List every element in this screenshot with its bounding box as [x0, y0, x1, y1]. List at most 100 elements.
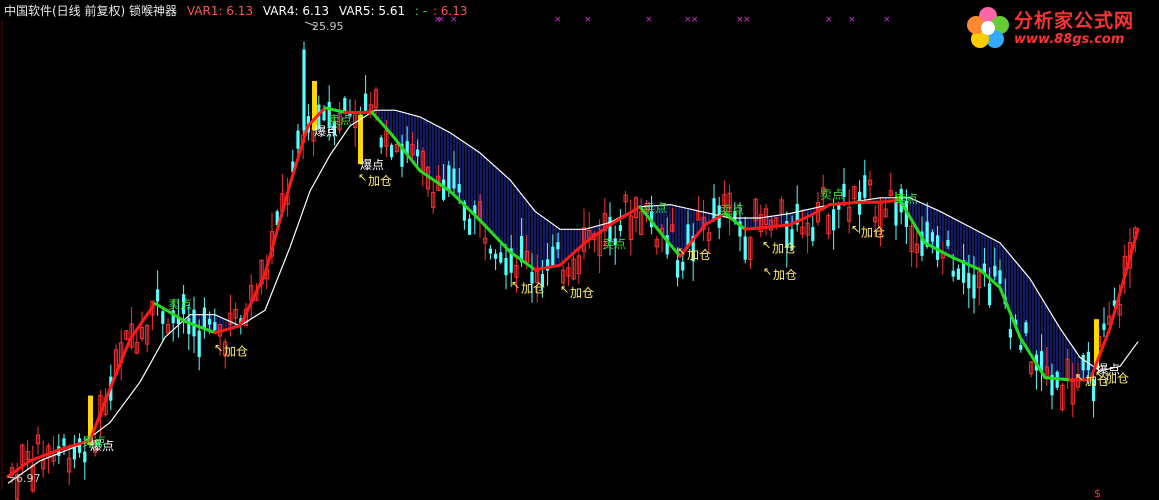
var1-value: VAR1: 6.13: [186, 4, 254, 18]
top-marker-layer: ×× × × × × × × × × × × ×: [434, 15, 891, 25]
candle-body: [488, 248, 492, 254]
candle-body: [1102, 323, 1106, 330]
sell-label: 卖点: [602, 237, 626, 251]
band-hatch-layer: [186, 110, 1094, 380]
signal-bar-layer: [88, 80, 1099, 446]
candle-body: [390, 144, 394, 158]
buy-arrow-icon: ↖: [560, 283, 569, 296]
logo-url: www.88gs.com: [1014, 32, 1125, 47]
high-price-label: 25.95: [312, 20, 344, 33]
candle-body: [499, 252, 503, 263]
buy-arrow-icon: ↖: [763, 265, 772, 278]
indicator-header: 中国软件(日线 前复权) 锁喉神器 VAR1: 6.13 VAR4: 6.13 …: [4, 2, 474, 19]
candle-body: [202, 307, 206, 330]
low-price-label: 6.97: [16, 472, 41, 485]
candle-body: [62, 438, 66, 446]
signal-bar: [358, 114, 363, 165]
sell-label: 卖点: [643, 201, 667, 215]
candle-body: [504, 258, 508, 276]
candle-body: [712, 198, 716, 220]
candle-body: [213, 322, 217, 331]
candle-body: [863, 175, 867, 198]
buy-label: 加仓: [687, 248, 711, 262]
candle-body: [930, 232, 934, 242]
buy-label: 加仓: [224, 345, 248, 359]
sell-label: 卖点: [820, 187, 844, 201]
candle-body: [681, 261, 685, 271]
top-x-marker: ×: [825, 15, 833, 25]
candle-body: [956, 268, 960, 280]
candle-body: [187, 318, 191, 335]
candle-body: [156, 289, 160, 302]
candle-body: [1008, 329, 1012, 338]
candle-body: [993, 265, 997, 277]
fast-line-rising: [1108, 227, 1140, 330]
last-value: : 6.13: [432, 4, 468, 18]
buy-arrow-icon: ↖: [677, 245, 686, 258]
annotation-layer: 爆点爆点爆点爆点卖点卖点卖点卖点卖点 卖点卖点 卖点↖ 加仓↖ 加仓↖ 加仓 ↖ 加仓↖ 加仓↖…: [82, 113, 1129, 453]
sell-label: 卖点: [328, 113, 352, 127]
candle-body: [302, 49, 306, 131]
buy-arrow-icon: ↖: [851, 223, 860, 236]
candle-body: [296, 130, 300, 149]
candle-layer: [9, 41, 1138, 500]
candle-body: [416, 149, 420, 157]
candle-body: [1086, 351, 1090, 371]
candle-body: [364, 93, 368, 111]
buy-arrow-icon: ↖: [511, 279, 520, 292]
buy-arrow-icon: ↖: [762, 238, 771, 251]
buy-label: 加仓: [773, 268, 797, 282]
candle-body: [988, 283, 992, 306]
dollar-marker: $: [1094, 487, 1101, 500]
buy-label: 加仓: [368, 174, 392, 188]
extra-value: : -: [414, 4, 428, 18]
sell-label: 卖点: [168, 297, 192, 311]
sell-label: 卖点: [82, 435, 106, 449]
buy-arrow-icon: ↖: [1095, 369, 1104, 382]
var5-value: VAR5: 5.61: [338, 4, 406, 18]
top-x-marker: ×: [691, 15, 699, 25]
candle-body: [494, 253, 498, 259]
top-x-marker: ×: [645, 15, 653, 25]
flower-icon: [967, 7, 1009, 48]
buy-label: 加仓: [570, 286, 594, 300]
candle-body: [1081, 354, 1085, 371]
candle-body: [951, 270, 955, 277]
candle-body: [197, 330, 201, 358]
fast-line-rising: [828, 200, 862, 207]
top-x-marker: ×: [848, 15, 856, 25]
candle-body: [946, 239, 950, 247]
var4-value: VAR4: 6.13: [262, 4, 330, 18]
top-x-marker: ×: [743, 15, 751, 25]
candle-body: [832, 209, 836, 231]
top-x-marker: ×: [584, 15, 592, 25]
low-price-pointer: [7, 476, 17, 479]
candle-body: [468, 218, 472, 235]
chart-canvas[interactable]: 爆点爆点爆点爆点卖点卖点卖点卖点卖点 卖点卖点 卖点↖ 加仓↖ 加仓↖ 加仓 ↖ 加仓↖ 加仓↖…: [0, 0, 1159, 500]
candle-body: [967, 272, 971, 289]
candle-body: [556, 242, 560, 250]
candle-body: [972, 274, 976, 299]
candle-body: [208, 318, 212, 325]
logo-title: 分析家公式网: [1014, 10, 1135, 32]
buy-arrow-icon: ↖: [358, 171, 367, 184]
sell-label: 卖点: [720, 203, 744, 217]
candle-body: [1019, 344, 1023, 350]
buy-arrow-icon: ↖: [1075, 371, 1084, 384]
candle-body: [998, 270, 1002, 284]
chart-title: 中国软件(日线 前复权) 锁喉神器: [4, 4, 177, 18]
buy-label: 加仓: [1105, 372, 1129, 386]
fast-line-rising: [263, 182, 292, 276]
sell-label: 卖点: [894, 192, 918, 206]
candle-body: [457, 184, 461, 193]
candle-body: [551, 246, 555, 267]
buy-label: 加仓: [772, 241, 796, 255]
buy-label: 加仓: [861, 226, 885, 240]
candle-body: [83, 451, 87, 463]
buy-label: 加仓: [521, 282, 545, 296]
candle-body: [676, 260, 680, 278]
candle-body: [379, 137, 383, 148]
candle-body: [811, 227, 815, 242]
candle-body: [442, 179, 446, 200]
candle-body: [1024, 322, 1028, 334]
